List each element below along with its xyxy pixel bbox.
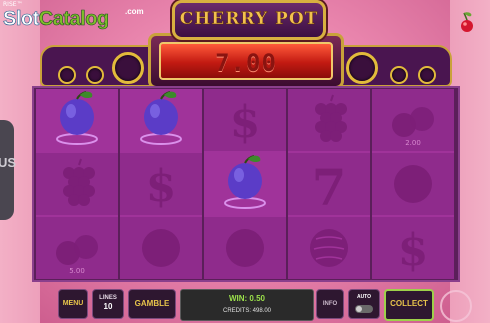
- svg-text:$: $: [230, 97, 261, 148]
- side-bonus-panel[interactable]: [0, 120, 14, 220]
- svg-text:$: $: [146, 161, 177, 212]
- watermelon-icon: [310, 229, 348, 267]
- win-credits-panel: WIN: 0.50 CREDITS: 498.00: [180, 289, 314, 321]
- win-display-frame: 7.00: [148, 33, 344, 89]
- dollar-icon: $: [146, 161, 177, 212]
- reel-symbol-dollar: $: [120, 153, 202, 215]
- credits-amount: CREDITS: 498.00: [222, 308, 272, 314]
- game-title: CHERRY POT: [179, 9, 319, 29]
- reel-1: 5.00: [36, 89, 118, 279]
- lines-label: LINES: [99, 295, 117, 301]
- reel-3: $: [204, 89, 286, 279]
- reel-symbol-seven: 7: [288, 153, 370, 215]
- auto-toggle[interactable]: [355, 305, 373, 313]
- reel-5: 2.00 $: [372, 89, 454, 279]
- reel-symbol-cherry: 5.00: [36, 217, 118, 279]
- orange-icon: [142, 229, 180, 267]
- watermark-brand-a: Slot: [3, 8, 40, 31]
- control-bar: MENU LINES 10 GAMBLE WIN: 0.50 CREDITS: …: [54, 285, 434, 323]
- reel-symbol-orange: [204, 217, 286, 279]
- info-button[interactable]: INFO: [316, 289, 344, 319]
- grapes-icon: [63, 158, 95, 206]
- marquee-ring: [346, 52, 378, 84]
- reel-4: 7: [288, 89, 370, 279]
- dollar-icon: $: [230, 97, 261, 148]
- reels-area: 5.00 $ $7 2.00 $: [32, 86, 460, 282]
- auto-button[interactable]: AUTO: [348, 289, 380, 319]
- game-title-plate: CHERRY POT: [172, 0, 473, 40]
- auto-label: AUTO: [356, 294, 372, 300]
- win-display: 7.00: [159, 42, 333, 80]
- watermark-top-text: RISE™: [3, 1, 23, 8]
- spin-button[interactable]: [440, 290, 472, 322]
- watermark-logo: SlotCatalog: [3, 8, 110, 31]
- win-amount: WIN: 0.50: [228, 294, 265, 303]
- symbol-value-label: 5.00: [69, 267, 85, 275]
- reel-symbol-plum: [36, 89, 118, 151]
- reel-symbol-watermelon: [288, 217, 370, 279]
- plum-icon: [140, 91, 182, 145]
- reel-symbol-grapes: [36, 153, 118, 215]
- win-display-value: 7.00: [215, 49, 277, 77]
- reel-symbol-grapes: [288, 89, 370, 151]
- orange-icon: [394, 165, 432, 203]
- svg-text:$: $: [398, 225, 429, 276]
- reel-symbol-plum: [204, 153, 286, 215]
- watermark-brand-b: Catalog: [38, 8, 109, 31]
- marquee-ring: [390, 66, 408, 84]
- plum-icon: [224, 155, 266, 209]
- marquee-ring: [58, 66, 76, 84]
- orange-icon: [226, 229, 264, 267]
- reel-symbol-dollar: $: [204, 89, 286, 151]
- marquee-ring: [112, 52, 144, 84]
- watermark-suffix: .com: [125, 7, 144, 16]
- symbol-value-label: 2.00: [405, 139, 421, 147]
- gamble-button[interactable]: GAMBLE: [128, 289, 176, 319]
- collect-button[interactable]: COLLECT: [384, 289, 434, 321]
- reel-symbol-dollar: $: [372, 217, 454, 279]
- marquee-ring: [418, 66, 436, 84]
- grapes-icon: [315, 94, 347, 142]
- side-bonus-text: US: [0, 155, 17, 170]
- reel-symbol-cherry: 2.00: [372, 89, 454, 151]
- lines-button[interactable]: LINES 10: [92, 289, 124, 319]
- seven-icon: 7: [312, 158, 347, 215]
- lines-value: 10: [103, 302, 113, 311]
- auto-toggle-knob: [356, 306, 362, 312]
- menu-button[interactable]: MENU: [58, 289, 88, 319]
- reel-symbol-plum: [120, 89, 202, 151]
- reel-symbol-orange: [120, 217, 202, 279]
- dollar-icon: $: [398, 225, 429, 276]
- reel-2: $: [120, 89, 202, 279]
- reel-symbol-orange: [372, 153, 454, 215]
- plum-icon: [56, 91, 98, 145]
- svg-text:7: 7: [312, 158, 347, 215]
- marquee-ring: [86, 66, 104, 84]
- cherry-icon: [461, 12, 473, 32]
